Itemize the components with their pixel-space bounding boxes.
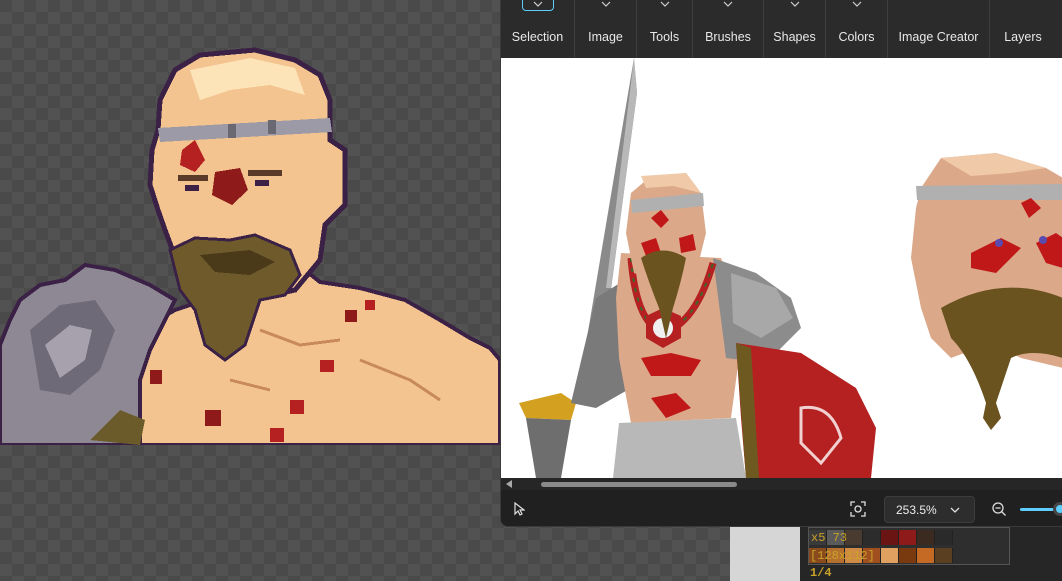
chevron-down-icon	[950, 507, 960, 513]
zoom-out-icon[interactable]	[991, 501, 1007, 517]
fit-to-window-icon[interactable]	[850, 501, 866, 517]
chevron-down-icon	[660, 1, 669, 7]
palette-swatch[interactable]	[899, 548, 917, 563]
background-panel-light	[730, 527, 800, 581]
zoom-slider-thumb[interactable]	[1053, 502, 1062, 516]
zoom-level-value: 253.5%	[896, 503, 937, 517]
palette-swatch[interactable]	[845, 530, 863, 545]
palette-swatch[interactable]	[935, 548, 953, 563]
palette-swatch[interactable]	[863, 530, 881, 545]
zoom-level-dropdown[interactable]: 253.5%	[884, 496, 975, 523]
pointer-icon[interactable]	[513, 502, 525, 516]
ribbon-toolbar: Selection Image Tools Brushes Shapes Col…	[501, 0, 1062, 58]
paint-canvas[interactable]	[501, 58, 1062, 478]
ribbon-image-creator[interactable]: Image Creator	[888, 0, 990, 58]
scroll-left-arrow-icon[interactable]	[506, 480, 512, 488]
ribbon-image-creator-label: Image Creator	[898, 30, 979, 44]
palette-swatch[interactable]	[881, 530, 899, 545]
ribbon-shapes[interactable]: Shapes	[764, 0, 826, 58]
palette-swatch[interactable]	[935, 530, 953, 545]
palette-swatch[interactable]	[917, 530, 935, 545]
ribbon-brushes-label: Brushes	[705, 30, 751, 44]
palette-size: [128x112]	[810, 549, 875, 563]
ribbon-colors[interactable]: Colors	[826, 0, 888, 58]
ribbon-selection-label: Selection	[511, 30, 564, 44]
ribbon-selection[interactable]: Selection	[501, 0, 575, 58]
ribbon-tools-label: Tools	[649, 30, 680, 44]
horizontal-scroll-thumb[interactable]	[541, 482, 737, 487]
chevron-down-icon	[723, 1, 733, 7]
chevron-down-icon	[790, 1, 799, 7]
ribbon-layers[interactable]: Layers	[990, 0, 1056, 58]
paint-window: Selection Image Tools Brushes Shapes Col…	[500, 0, 1062, 527]
ribbon-shapes-label: Shapes	[773, 30, 816, 44]
palette-page: 1/4	[810, 566, 832, 580]
chevron-down-icon	[601, 1, 610, 7]
ribbon-image-label: Image	[588, 30, 623, 44]
chevron-down-icon	[533, 1, 542, 7]
palette-swatch[interactable]	[917, 548, 935, 563]
ribbon-image[interactable]: Image	[575, 0, 637, 58]
reference-image	[519, 58, 1062, 478]
palette-coords: x5 73	[811, 531, 848, 545]
status-bar: 253.5%	[501, 490, 1062, 526]
ribbon-layers-label: Layers	[1004, 30, 1042, 44]
pixel-art-canvas	[0, 0, 500, 445]
palette-swatch[interactable]	[881, 548, 899, 563]
ribbon-brushes[interactable]: Brushes	[693, 0, 764, 58]
ribbon-colors-label: Colors	[838, 30, 875, 44]
chevron-down-icon	[852, 1, 861, 7]
ribbon-tools[interactable]: Tools	[637, 0, 693, 58]
palette-swatch[interactable]	[899, 530, 917, 545]
pixel-art-portrait	[0, 47, 500, 445]
horizontal-scrollbar[interactable]	[501, 478, 1062, 490]
